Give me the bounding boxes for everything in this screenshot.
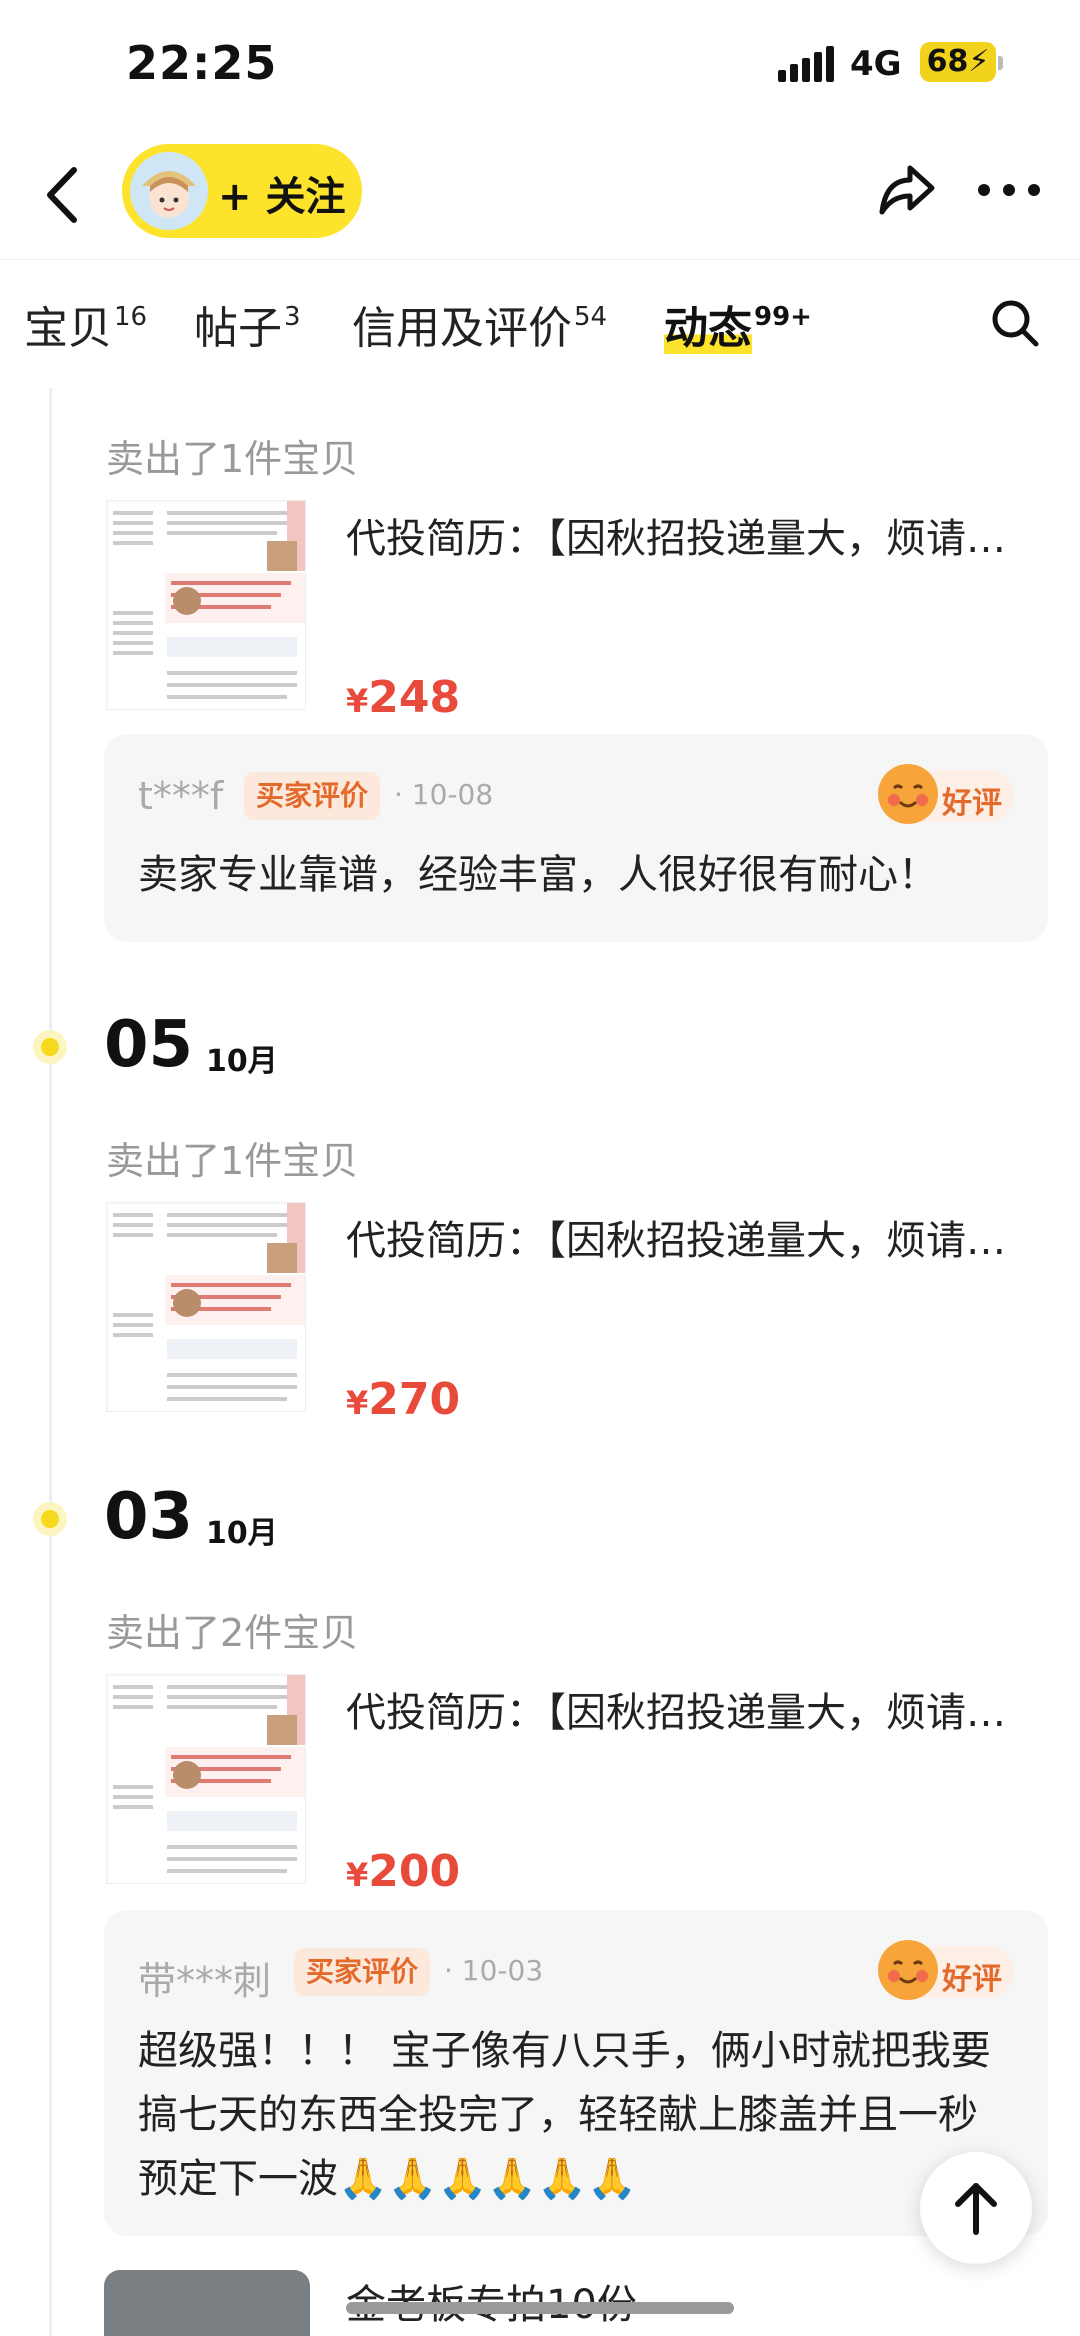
currency-symbol: ¥ (346, 1384, 369, 1422)
home-indicator[interactable] (346, 2302, 734, 2314)
review-text: 卖家专业靠谱，经验丰富，人很好很有耐心！ (138, 852, 938, 898)
timeline-line (49, 388, 52, 2336)
rating-label: 好评 (942, 786, 1002, 821)
seller-avatar[interactable] (130, 152, 208, 230)
date-day: 05 (104, 1008, 194, 1082)
smiley-face-drawing (880, 766, 936, 822)
buyer-review-badge: 买家评价 (244, 772, 381, 820)
tab-activity[interactable]: 动态99+ (664, 292, 812, 356)
price-value: 270 (368, 1374, 461, 1425)
review-date: · 10-03 (444, 1954, 544, 1987)
smiley-face-icon (878, 1940, 938, 2000)
tab-items[interactable]: 宝贝16 (24, 292, 147, 356)
review-text-line: 超级强！！！ 宝子像有八只手，俩小时就把我要 (138, 2028, 991, 2074)
product-title[interactable]: 金老板专拍10份 (346, 2272, 637, 2330)
rating-label: 好评 (942, 1962, 1002, 1997)
review-text-line: 预定下一波🙏🙏🙏🙏🙏🙏 (138, 2156, 637, 2202)
product-thumbnail[interactable] (106, 1202, 306, 1412)
search-icon[interactable] (990, 298, 1040, 348)
product-thumbnail[interactable] (104, 2270, 310, 2336)
more-options-icon[interactable] (976, 182, 1042, 198)
document-preview (109, 1203, 305, 1411)
currency-symbol: ¥ (346, 682, 369, 720)
rating-badge: 好评 (878, 764, 1014, 824)
product-title[interactable]: 代投简历：【因秋招投递量大，烦请… (346, 1208, 1046, 1266)
shop-header: + 关注 (0, 130, 1080, 260)
status-time: 22:25 (126, 36, 278, 90)
sold-label: 卖出了1件宝贝 (106, 1139, 359, 1183)
reviewer-name: t***f (138, 774, 224, 818)
share-icon[interactable] (876, 158, 938, 220)
timeline-dot (33, 1030, 67, 1064)
battery-tip (998, 56, 1003, 70)
tab-credit-reviews[interactable]: 信用及评价54 (352, 292, 607, 356)
tab-credit-reviews-count: 54 (574, 302, 608, 332)
follow-label: + 关注 (218, 174, 346, 220)
tab-posts-count: 3 (284, 302, 301, 332)
follow-button[interactable]: + 关注 (122, 144, 362, 238)
charging-icon: ⚡ (968, 44, 990, 79)
product-title[interactable]: 代投简历：【因秋招投递量大，烦请… (346, 1680, 1046, 1738)
smiley-face-icon (878, 764, 938, 824)
tab-posts-label: 帖子 (194, 303, 282, 354)
avatar-illustration (130, 152, 208, 230)
product-thumbnail[interactable] (106, 1674, 306, 1884)
product-title[interactable]: 代投简历：【因秋招投递量大，烦请… (346, 506, 1046, 564)
signal-icon (778, 46, 834, 82)
status-bar: 22:25 4G 68⚡ (0, 0, 1080, 130)
tab-credit-reviews-label: 信用及评价 (352, 303, 572, 354)
date-day: 03 (104, 1480, 194, 1554)
buyer-review-card[interactable]: 带***刺 买家评价 · 10-03 好评 超级强！！！ 宝子像有八只手，俩小时… (104, 1910, 1048, 2236)
product-price: ¥248 (346, 672, 460, 723)
rating-badge: 好评 (878, 1940, 1014, 2000)
document-preview (109, 1675, 305, 1883)
price-value: 248 (368, 672, 461, 723)
date-month: 10月 (206, 1044, 278, 1079)
battery-level: 68 (926, 44, 969, 79)
sold-label: 卖出了2件宝贝 (106, 1611, 359, 1655)
tab-activity-count: 99+ (754, 302, 812, 332)
arrow-up-icon (955, 2183, 997, 2235)
reviewer-name: 带***刺 (138, 1959, 272, 2003)
network-type: 4G (850, 44, 902, 84)
smiley-face-drawing (880, 1942, 936, 1998)
tab-activity-label: 动态 (664, 303, 752, 354)
document-preview (109, 501, 305, 709)
product-price: ¥200 (346, 1846, 460, 1897)
review-text-line: 搞七天的东西全投完了，轻轻献上膝盖并且一秒 (138, 2092, 978, 2138)
buyer-review-card[interactable]: t***f 买家评价 · 10-08 好评 卖家专业靠谱，经验丰富，人很好很有耐… (104, 734, 1048, 942)
timeline-dot (33, 1502, 67, 1536)
tab-posts[interactable]: 帖子3 (194, 292, 301, 356)
product-thumbnail[interactable] (106, 500, 306, 710)
date-month: 10月 (206, 1516, 278, 1551)
tab-items-count: 16 (114, 302, 148, 332)
battery-indicator: 68⚡ (920, 42, 996, 82)
buyer-review-badge: 买家评价 (294, 1948, 431, 1996)
tab-bar: 宝贝16 帖子3 信用及评价54 动态99+ (0, 262, 1080, 382)
back-arrow-icon[interactable] (40, 160, 90, 230)
tab-items-label: 宝贝 (24, 303, 112, 354)
product-price: ¥270 (346, 1374, 460, 1425)
review-date: · 10-08 (394, 778, 494, 811)
sold-label: 卖出了1件宝贝 (106, 437, 359, 481)
currency-symbol: ¥ (346, 1856, 369, 1894)
scroll-to-top-button[interactable] (920, 2152, 1032, 2264)
price-value: 200 (368, 1846, 461, 1897)
